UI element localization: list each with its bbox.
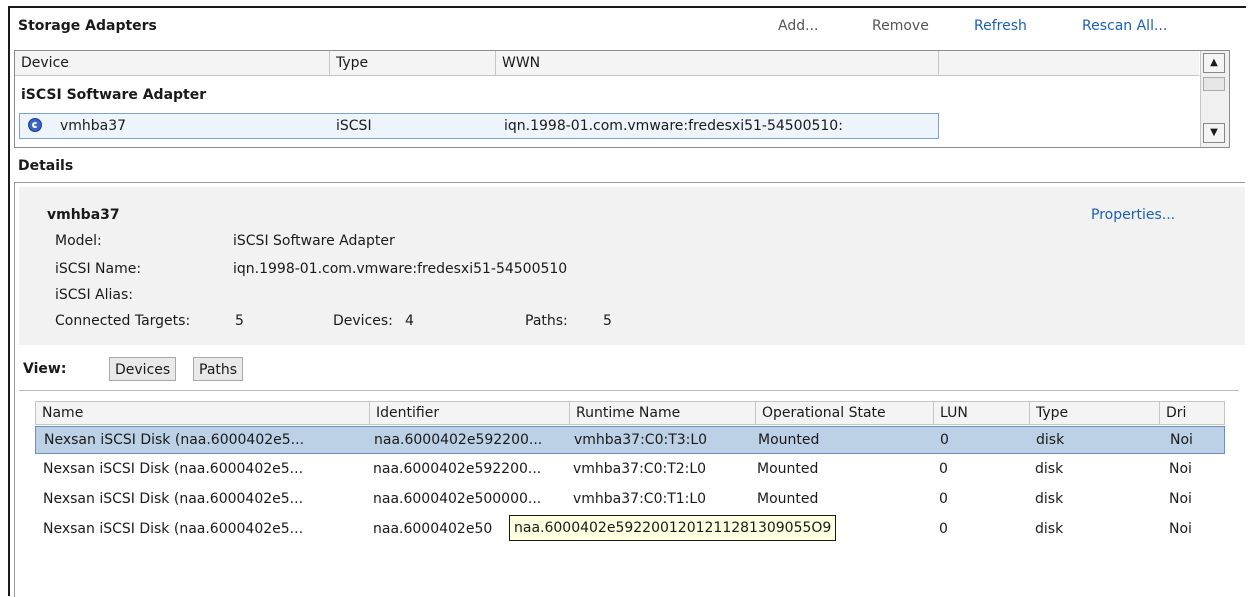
column-header-lun[interactable]: LUN xyxy=(934,402,1030,424)
device-drive-cell: Noi xyxy=(1169,491,1192,507)
device-identifier-cell: naa.6000402e592200... xyxy=(374,432,543,448)
device-lun-cell: 0 xyxy=(939,521,948,537)
devices-table[interactable]: Name Identifier Runtime Name Operational… xyxy=(35,401,1225,597)
window-frame-left xyxy=(8,6,10,596)
column-header-operational-state[interactable]: Operational State xyxy=(756,402,934,424)
device-state-cell: Mounted xyxy=(758,432,820,448)
rescan-all-button[interactable]: Rescan All... xyxy=(1082,18,1167,34)
device-lun-cell: 0 xyxy=(940,432,949,448)
model-label: Model: xyxy=(55,233,102,249)
device-state-cell: Mounted xyxy=(757,491,819,507)
column-header-identifier[interactable]: Identifier xyxy=(370,402,570,424)
adapter-device-cell: vmhba37 xyxy=(60,118,127,134)
device-drive-cell: Noi xyxy=(1169,461,1192,477)
device-type-cell: disk xyxy=(1035,461,1064,477)
device-runtime-cell: vmhba37:C0:T3:L0 xyxy=(574,432,708,448)
iscsi-name-label: iSCSI Name: xyxy=(55,261,142,277)
add-button[interactable]: Add... xyxy=(778,18,818,34)
refresh-button[interactable]: Refresh xyxy=(974,18,1027,34)
device-type-cell: disk xyxy=(1035,521,1064,537)
devices-count-label: Devices: xyxy=(333,313,393,329)
device-name-cell: Nexsan iSCSI Disk (naa.6000402e5... xyxy=(43,491,304,507)
scroll-thumb[interactable] xyxy=(1203,77,1225,91)
device-type-cell: disk xyxy=(1036,432,1065,448)
column-header-empty xyxy=(939,51,1199,75)
table-row[interactable]: Nexsan iSCSI Disk (naa.6000402e5... naa.… xyxy=(35,426,1225,454)
column-header-wwn[interactable]: WWN xyxy=(496,51,939,75)
details-adapter-name: vmhba37 xyxy=(47,207,120,223)
window-frame-top xyxy=(8,6,1246,8)
table-row[interactable]: Nexsan iSCSI Disk (naa.6000402e5... naa.… xyxy=(35,456,1225,484)
column-header-device[interactable]: Device xyxy=(15,51,330,75)
properties-link[interactable]: Properties... xyxy=(1091,207,1175,223)
device-name-cell: Nexsan iSCSI Disk (naa.6000402e5... xyxy=(43,461,304,477)
devices-table-header: Name Identifier Runtime Name Operational… xyxy=(35,401,1225,425)
details-title: Details xyxy=(18,158,74,174)
remove-button[interactable]: Remove xyxy=(872,18,929,34)
table-row[interactable]: Nexsan iSCSI Disk (naa.6000402e5... naa.… xyxy=(35,486,1225,514)
device-identifier-cell: naa.6000402e500000... xyxy=(373,491,542,507)
column-header-type[interactable]: Type xyxy=(330,51,496,75)
details-info-area xyxy=(19,187,1245,345)
connected-targets-value: 5 xyxy=(235,313,244,329)
device-identifier-cell: naa.6000402e592200... xyxy=(373,461,542,477)
device-drive-cell: Noi xyxy=(1170,432,1193,448)
view-paths-button[interactable]: Paths xyxy=(193,357,244,381)
column-header-runtime-name[interactable]: Runtime Name xyxy=(570,402,756,424)
paths-count-value: 5 xyxy=(603,313,612,329)
device-drive-cell: Noi xyxy=(1169,521,1192,537)
device-state-cell: Mounted xyxy=(757,461,819,477)
device-lun-cell: 0 xyxy=(939,461,948,477)
device-name-cell: Nexsan iSCSI Disk (naa.6000402e5... xyxy=(44,432,305,448)
storage-adapters-title: Storage Adapters xyxy=(18,18,157,34)
device-runtime-cell: vmhba37:C0:T2:L0 xyxy=(573,461,707,477)
device-lun-cell: 0 xyxy=(939,491,948,507)
iscsi-adapter-icon xyxy=(28,118,42,132)
scroll-down-arrow-icon[interactable]: ▼ xyxy=(1203,123,1225,143)
model-value: iSCSI Software Adapter xyxy=(233,233,395,249)
adapter-group-label: iSCSI Software Adapter xyxy=(21,87,207,103)
device-runtime-cell: vmhba37:C0:T1:L0 xyxy=(573,491,707,507)
devices-count-value: 4 xyxy=(405,313,414,329)
connected-targets-label: Connected Targets: xyxy=(55,313,191,329)
storage-adapters-table[interactable]: Device Type WWN iSCSI Software Adapter v… xyxy=(14,50,1230,148)
identifier-tooltip: naa.6000402e5922001201211281309055O9 xyxy=(509,515,837,541)
view-separator xyxy=(19,390,1239,391)
device-identifier-cell: naa.6000402e50 xyxy=(373,521,493,537)
column-header-type[interactable]: Type xyxy=(1030,402,1160,424)
iscsi-alias-label: iSCSI Alias: xyxy=(55,287,133,303)
view-devices-button[interactable]: Devices xyxy=(109,357,177,381)
device-type-cell: disk xyxy=(1035,491,1064,507)
adapter-wwn-cell: iqn.1998-01.com.vmware:fredesxi51-545005… xyxy=(504,118,843,134)
adapter-row-vmhba37[interactable]: vmhba37 iSCSI iqn.1998-01.com.vmware:fre… xyxy=(19,113,939,139)
adapter-type-cell: iSCSI xyxy=(336,118,372,134)
device-name-cell: Nexsan iSCSI Disk (naa.6000402e5... xyxy=(43,521,304,537)
adapters-scrollbar[interactable]: ▲ ▼ xyxy=(1200,51,1229,147)
view-label: View: xyxy=(23,361,67,377)
column-header-name[interactable]: Name xyxy=(36,402,370,424)
column-header-drive-type[interactable]: Dri xyxy=(1160,402,1225,424)
scroll-up-arrow-icon[interactable]: ▲ xyxy=(1203,53,1225,73)
iscsi-name-value: iqn.1998-01.com.vmware:fredesxi51-545005… xyxy=(233,261,568,277)
adapters-table-header: Device Type WWN xyxy=(15,51,1199,76)
paths-count-label: Paths: xyxy=(525,313,568,329)
